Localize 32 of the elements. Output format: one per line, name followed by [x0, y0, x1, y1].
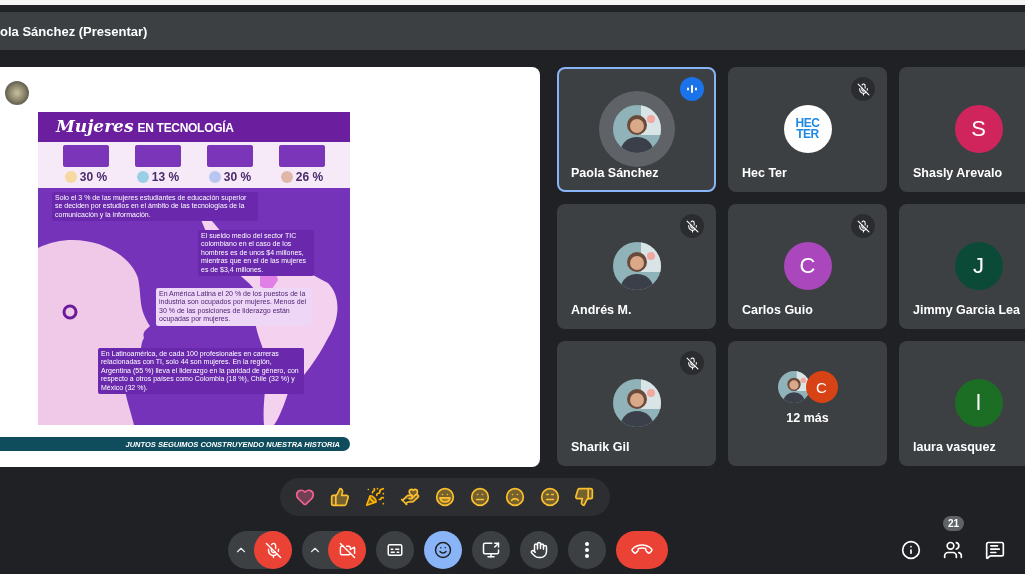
logo-avatar: HEC TER: [783, 105, 832, 153]
stat-value: 30 %: [79, 170, 108, 184]
avatar: J: [954, 242, 1003, 290]
stat-value: 13 %: [151, 170, 180, 184]
infographic-title: EN TECNOLOGÍA: [137, 121, 234, 135]
participant-tile[interactable]: Andrés M.: [557, 204, 716, 329]
avatar: C: [805, 371, 838, 403]
avatar: l: [954, 379, 1003, 427]
participant-name: laura vasquez: [913, 440, 996, 454]
avatar: S: [954, 105, 1003, 153]
avatar: C: [783, 242, 832, 290]
participant-name: Sharik Gil: [571, 440, 630, 454]
stat-value: 26 %: [295, 170, 324, 184]
participant-name: Andrés M.: [571, 303, 632, 317]
stat-value: 30 %: [223, 170, 252, 184]
participant-tile[interactable]: C Carlos Guio: [728, 204, 887, 329]
participant-name: Jimmy Garcia Lea: [913, 303, 1020, 317]
participant-tile[interactable]: l laura vasquez: [899, 341, 1025, 466]
participant-tile[interactable]: S Shasly Arevalo: [899, 67, 1025, 192]
participant-tile[interactable]: Paola Sánchez: [557, 67, 716, 192]
presenter-title: ola Sánchez (Presentar): [0, 23, 148, 39]
participant-tile[interactable]: HEC TER Hec Ter: [728, 67, 887, 192]
participant-name: Hec Ter: [742, 166, 787, 180]
participant-tile[interactable]: Sharik Gil: [557, 341, 716, 466]
count-badge: 21: [943, 516, 965, 531]
participant-tile[interactable]: C 12 más: [728, 341, 887, 466]
participant-name: Paola Sánchez: [571, 166, 659, 180]
more-participants-label: 12 más: [786, 411, 829, 425]
infographic-title-script: Mujeres: [56, 116, 134, 136]
participant-name: Shasly Arevalo: [913, 166, 1003, 180]
participant-tile[interactable]: J Jimmy Garcia Lea: [899, 204, 1025, 329]
participant-name: Carlos Guio: [742, 303, 813, 317]
